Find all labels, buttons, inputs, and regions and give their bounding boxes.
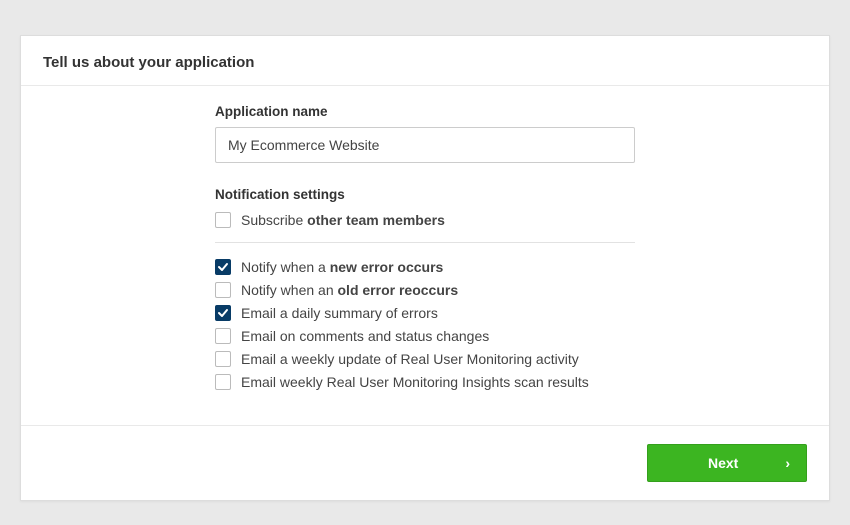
next-button-label: Next [708, 455, 738, 471]
notification-option-label: Email a daily summary of errors [241, 305, 438, 321]
card-body: Application name Notification settings S… [21, 86, 829, 425]
subscribe-checkbox[interactable] [215, 212, 231, 228]
card-footer: Next › [21, 425, 829, 500]
notification-option-checkbox[interactable] [215, 282, 231, 298]
subscribe-row[interactable]: Subscribe other team members [215, 212, 807, 228]
notification-option-row[interactable]: Notify when an old error reoccurs [215, 282, 807, 298]
notification-option-row[interactable]: Email on comments and status changes [215, 328, 807, 344]
card-title: Tell us about your application [43, 54, 807, 71]
notification-option-label: Email weekly Real User Monitoring Insigh… [241, 374, 589, 390]
notification-heading: Notification settings [215, 187, 807, 202]
notification-options: Notify when a new error occurs Notify whe… [215, 259, 807, 390]
chevron-right-icon: › [785, 455, 790, 471]
separator [215, 242, 635, 243]
notification-option-checkbox[interactable] [215, 305, 231, 321]
notification-option-label: Email a weekly update of Real User Monit… [241, 351, 579, 367]
subscribe-label: Subscribe other team members [241, 212, 445, 228]
notification-option-label: Notify when an old error reoccurs [241, 282, 458, 298]
card-header: Tell us about your application [21, 36, 829, 86]
notification-option-row[interactable]: Notify when a new error occurs [215, 259, 807, 275]
notification-option-checkbox[interactable] [215, 328, 231, 344]
notification-option-checkbox[interactable] [215, 351, 231, 367]
next-button[interactable]: Next › [647, 444, 807, 482]
notification-option-row[interactable]: Email weekly Real User Monitoring Insigh… [215, 374, 807, 390]
notification-option-checkbox[interactable] [215, 374, 231, 390]
notification-option-row[interactable]: Email a weekly update of Real User Monit… [215, 351, 807, 367]
notification-option-row[interactable]: Email a daily summary of errors [215, 305, 807, 321]
app-name-input[interactable] [215, 127, 635, 163]
notification-option-label: Email on comments and status changes [241, 328, 489, 344]
app-name-label: Application name [215, 104, 807, 119]
application-setup-card: Tell us about your application Applicati… [20, 35, 830, 501]
notification-option-checkbox[interactable] [215, 259, 231, 275]
notification-option-label: Notify when a new error occurs [241, 259, 443, 275]
